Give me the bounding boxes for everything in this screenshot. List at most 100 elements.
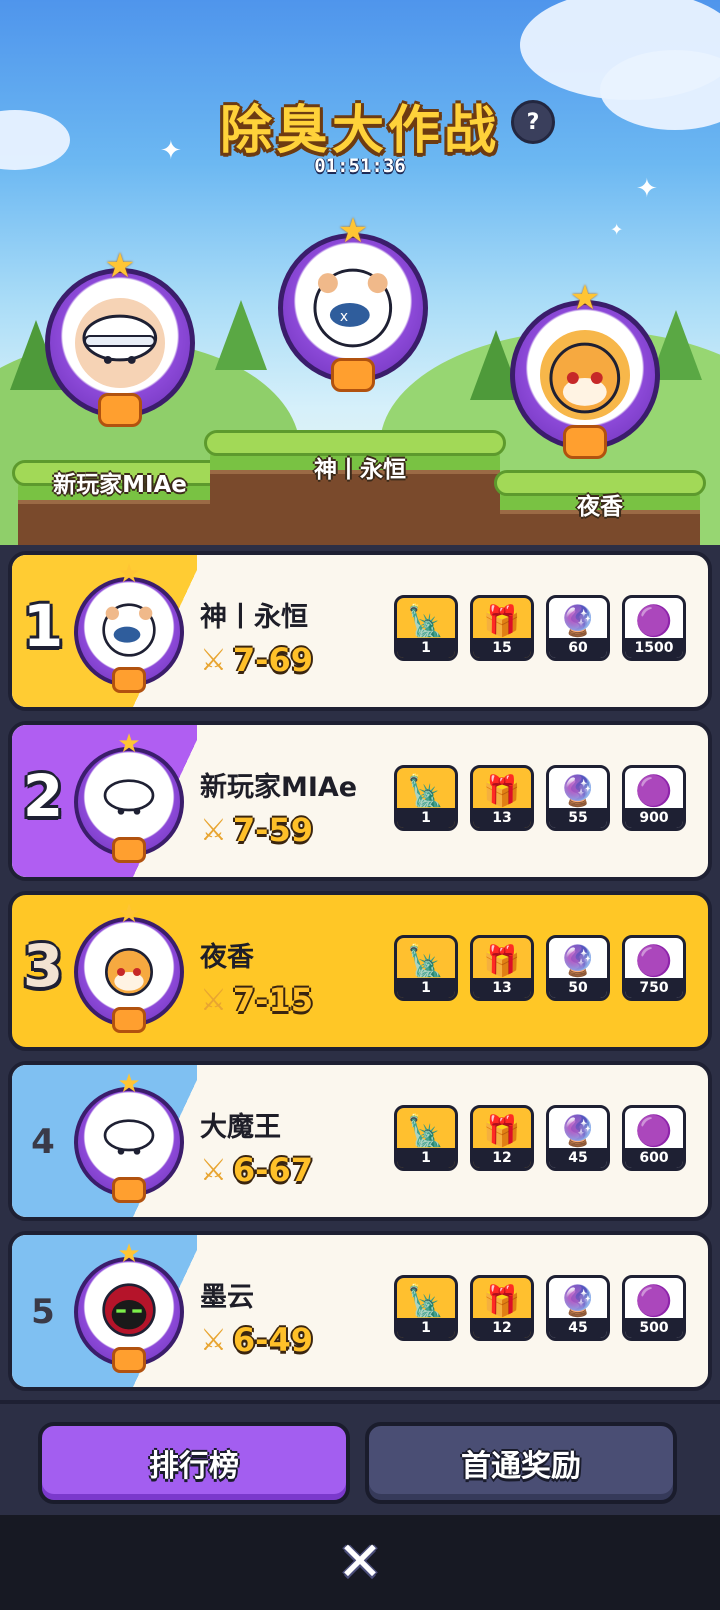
podium-avatar-first[interactable]: ★ x	[278, 214, 428, 392]
ranking-list[interactable]: 1 ★ 神丨永恒 ⚔ 7-69 🗽1 🎁15 🔮60 🟣1500 2 ★	[0, 545, 720, 1400]
rank-number: 4	[31, 1122, 55, 1162]
reward-statue[interactable]: 🗽 1	[394, 1105, 458, 1171]
score-value: 7-15	[232, 981, 313, 1019]
reward-list: 🗽 1 🎁 15 🔮 60 🟣 1500	[394, 595, 686, 661]
podium-name-first: 神丨永恒	[314, 457, 406, 483]
shiba-avatar-icon	[540, 330, 630, 420]
close-icon[interactable]: ✕	[335, 1535, 385, 1589]
reward-mystery-box[interactable]: 🎁 12	[470, 1275, 534, 1341]
reward-cat-orb[interactable]: 🔮 50	[546, 935, 610, 1001]
star-icon: ★	[117, 1069, 141, 1099]
rank-number: 1	[22, 592, 64, 660]
reward-list: 🗽 1 🎁 13 🔮 50 🟣 750	[394, 935, 686, 1001]
reward-orb-pile[interactable]: 🟣 900	[622, 765, 686, 831]
player-name: 新玩家MIAe	[200, 772, 358, 803]
event-banner: ✦ ✦ ✦ 除臭大作战 ? 01:51:36 ★ ★ x ★ 新玩家MIAe 神…	[0, 0, 720, 545]
player-name: 墨云	[200, 1282, 254, 1313]
event-timer: 01:51:36	[314, 155, 406, 177]
boy-cap-avatar-icon	[96, 767, 161, 832]
reward-orb-pile[interactable]: 🟣 600	[622, 1105, 686, 1171]
rank-number: 3	[22, 932, 64, 1000]
score-value: 6-67	[232, 1151, 313, 1189]
crossed-swords-icon: ⚔	[200, 1322, 227, 1358]
podium-name-second: 新玩家MIAe	[53, 472, 187, 498]
star-icon: ★	[117, 1239, 141, 1269]
reward-cat-orb[interactable]: 🔮 45	[546, 1275, 610, 1341]
bow-icon	[112, 1007, 146, 1033]
boy-cap-avatar-icon	[96, 1107, 161, 1172]
star-icon: ★	[117, 559, 141, 589]
podium-avatar-third[interactable]: ★	[510, 281, 660, 459]
reward-statue[interactable]: 🗽 1	[394, 595, 458, 661]
reward-list: 🗽 1 🎁 12 🔮 45 🟣 500	[394, 1275, 686, 1341]
player-score: ⚔ 6-49	[200, 1321, 313, 1359]
ranking-row-1[interactable]: 1 ★ 神丨永恒 ⚔ 7-69 🗽 1 🎁 15 🔮 60 🟣 1500	[8, 551, 712, 711]
hamster-avatar-icon: x	[308, 263, 398, 353]
reward-orb-pile[interactable]: 🟣 500	[622, 1275, 686, 1341]
ranking-row-4[interactable]: 4 ★ 大魔王 ⚔ 6-67 🗽 1 🎁 12 🔮 45 🟣 600	[8, 1061, 712, 1221]
ranking-row-2[interactable]: 2 ★ 新玩家MIAe ⚔ 7-59 🗽 1 🎁 13 🔮 55 🟣 900	[8, 721, 712, 881]
player-avatar[interactable]: ★	[74, 731, 184, 863]
bow-icon	[112, 1177, 146, 1203]
star-icon: ★	[337, 211, 369, 251]
player-avatar[interactable]: ★	[74, 1071, 184, 1203]
help-button[interactable]: ?	[511, 100, 555, 144]
reward-statue[interactable]: 🗽 1	[394, 765, 458, 831]
reward-orb-pile[interactable]: 🟣 750	[622, 935, 686, 1001]
podium-avatar-second[interactable]: ★	[45, 249, 195, 427]
bow-icon	[112, 667, 146, 693]
reward-orb-pile[interactable]: 🟣 1500	[622, 595, 686, 661]
star-icon: ★	[569, 278, 601, 318]
bow-icon	[112, 1347, 146, 1373]
reward-statue[interactable]: 🗽 1	[394, 1275, 458, 1341]
crossed-swords-icon: ⚔	[200, 812, 227, 848]
ranking-row-3[interactable]: 3 ★ 夜香 ⚔ 7-15 🗽 1 🎁 13 🔮 50 🟣 750	[8, 891, 712, 1051]
shiba-avatar-icon	[96, 937, 161, 1002]
tab-first-clear-rewards[interactable]: 首通奖励	[365, 1422, 677, 1504]
ranking-row-5[interactable]: 5 ★ 墨云 ⚔ 6-49 🗽 1 🎁 12 🔮 45 🟣 500	[8, 1231, 712, 1391]
score-value: 6-49	[232, 1321, 313, 1359]
player-score: ⚔ 7-69	[200, 641, 313, 679]
score-value: 7-59	[232, 811, 313, 849]
bow-icon	[563, 425, 607, 459]
player-avatar[interactable]: ★	[74, 1241, 184, 1373]
reward-statue[interactable]: 🗽 1	[394, 935, 458, 1001]
hooded-demon-avatar-icon	[96, 1277, 161, 1342]
tab-bar: 排行榜 首通奖励	[0, 1400, 720, 1515]
bow-icon	[98, 393, 142, 427]
svg-text:x: x	[340, 309, 348, 325]
reward-mystery-box[interactable]: 🎁 13	[470, 935, 534, 1001]
rank-number: 2	[22, 762, 64, 830]
crossed-swords-icon: ⚔	[200, 982, 227, 1018]
reward-list: 🗽 1 🎁 12 🔮 45 🟣 600	[394, 1105, 686, 1171]
player-avatar[interactable]: ★	[74, 561, 184, 693]
reward-cat-orb[interactable]: 🔮 60	[546, 595, 610, 661]
reward-cat-orb[interactable]: 🔮 55	[546, 765, 610, 831]
player-name: 大魔王	[200, 1112, 281, 1143]
player-score: ⚔ 6-67	[200, 1151, 313, 1189]
player-avatar[interactable]: ★	[74, 901, 184, 1033]
crossed-swords-icon: ⚔	[200, 642, 227, 678]
event-title: 除臭大作战	[219, 101, 500, 161]
footer-bar: ✕	[0, 1515, 720, 1610]
hamster-avatar-icon	[96, 597, 161, 662]
tab-leaderboard[interactable]: 排行榜	[38, 1422, 350, 1504]
star-icon: ★	[104, 246, 136, 286]
podium-name-third: 夜香	[577, 494, 623, 520]
score-value: 7-69	[232, 641, 313, 679]
star-icon: ★	[117, 729, 141, 759]
reward-mystery-box[interactable]: 🎁 15	[470, 595, 534, 661]
reward-cat-orb[interactable]: 🔮 45	[546, 1105, 610, 1171]
player-name: 神丨永恒	[200, 602, 308, 633]
rank-number: 5	[31, 1292, 55, 1332]
boy-cap-avatar-icon	[75, 298, 165, 388]
player-name: 夜香	[200, 942, 254, 973]
sparkle-icon: ✦	[610, 220, 624, 239]
bow-icon	[112, 837, 146, 863]
player-score: ⚔ 7-59	[200, 811, 313, 849]
bow-icon	[331, 358, 375, 392]
reward-mystery-box[interactable]: 🎁 13	[470, 765, 534, 831]
star-icon: ★	[117, 899, 141, 929]
player-score: ⚔ 7-15	[200, 981, 313, 1019]
reward-mystery-box[interactable]: 🎁 12	[470, 1105, 534, 1171]
